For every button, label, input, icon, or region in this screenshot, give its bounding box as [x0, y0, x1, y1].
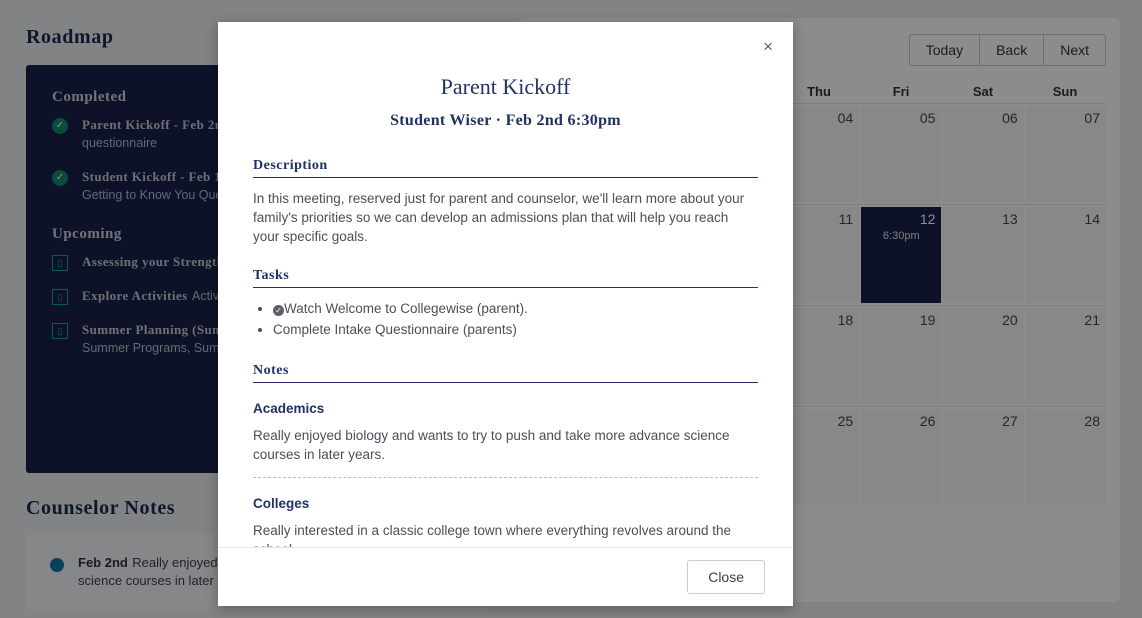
- note-entry-text: Really enjoyed biology and wants to try …: [253, 426, 758, 478]
- note-entry: Colleges Really interested in a classic …: [253, 496, 758, 547]
- task-item[interactable]: Complete Intake Questionnaire (parents): [273, 320, 758, 341]
- task-label: Complete Intake Questionnaire (parents): [273, 322, 517, 338]
- note-entry-text: Really interested in a classic college t…: [253, 521, 758, 547]
- modal-subtitle: Student Wiser · Feb 2nd 6:30pm: [390, 112, 621, 129]
- task-label: Watch Welcome to Collegewise (parent).: [284, 301, 528, 317]
- tasks-heading: Tasks: [253, 268, 758, 289]
- description-text: In this meeting, reserved just for paren…: [253, 191, 745, 245]
- tasks-list: ✓Watch Welcome to Collegewise (parent). …: [273, 299, 758, 341]
- note-entry-label: Colleges: [253, 495, 310, 511]
- description-heading: Description: [253, 158, 758, 178]
- meeting-detail-modal: × Parent Kickoff Student Wiser · Feb 2nd…: [218, 22, 793, 606]
- modal-body: × Parent Kickoff Student Wiser · Feb 2nd…: [218, 22, 793, 547]
- note-entry-label: Academics: [253, 401, 325, 417]
- note-entry: Academics Really enjoyed biology and wan…: [253, 401, 758, 478]
- task-check-icon: ✓: [273, 305, 284, 317]
- close-button[interactable]: Close: [687, 560, 765, 594]
- notes-heading: Notes: [253, 363, 758, 384]
- modal-footer: Close: [218, 547, 793, 606]
- modal-title: Parent Kickoff: [440, 74, 571, 99]
- close-icon[interactable]: ×: [759, 34, 777, 59]
- task-item[interactable]: ✓Watch Welcome to Collegewise (parent).: [273, 299, 758, 320]
